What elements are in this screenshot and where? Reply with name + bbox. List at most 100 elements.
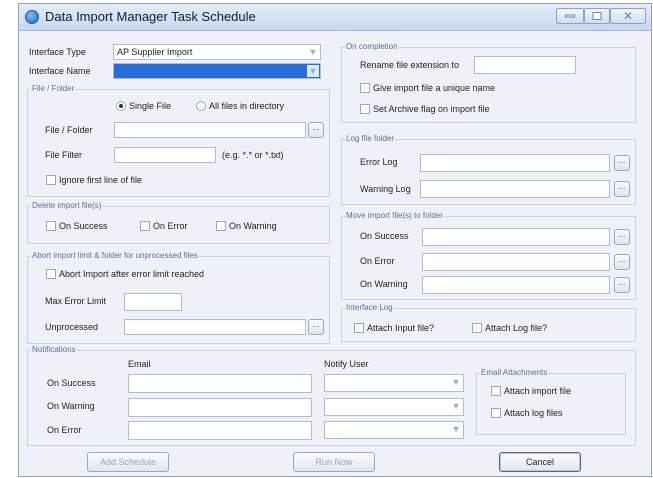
move-on-success-browse-button[interactable]: ... — [614, 229, 630, 245]
max-error-limit-input[interactable] — [124, 293, 182, 311]
move-on-warning-input[interactable] — [422, 276, 610, 294]
rename-extension-label: Rename file extension to — [360, 60, 460, 70]
move-on-success-input[interactable] — [422, 228, 610, 246]
move-on-error-browse-button[interactable]: ... — [614, 254, 630, 270]
notifications-group-title: Notifications — [31, 345, 77, 354]
dialog-window: Data Import Manager Task Schedule ✕ Inte… — [18, 3, 652, 477]
abort-import-group: Abort import limit & folder for unproces… — [27, 251, 330, 344]
ignore-first-line-checkbox[interactable] — [46, 175, 56, 185]
email-on-warning-input[interactable] — [128, 398, 312, 417]
dialog-body: Interface Type AP Supplier Import ▼ Inte… — [25, 34, 645, 474]
app-icon — [25, 10, 39, 24]
unprocessed-browse-button[interactable]: ... — [308, 319, 324, 335]
attach-log-files-checkbox[interactable] — [491, 408, 501, 418]
warning-log-label: Warning Log — [360, 184, 411, 194]
delete-on-success-checkbox[interactable] — [46, 221, 56, 231]
file-folder-group-title: File / Folder — [31, 84, 76, 93]
chevron-down-icon: ▼ — [307, 65, 319, 77]
interface-log-group: Interface Log Attach Input file? Attach … — [341, 303, 636, 342]
file-folder-label: File / Folder — [45, 125, 93, 135]
archive-flag-label: Set Archive flag on import file — [373, 104, 490, 114]
error-log-browse-button[interactable]: ... — [614, 155, 630, 171]
maximize-icon — [592, 12, 602, 20]
notifications-group: Notifications Email Notify User On Succe… — [27, 345, 636, 446]
warning-log-browse-button[interactable]: ... — [614, 181, 630, 197]
cancel-button[interactable]: Cancel — [499, 452, 581, 472]
notify-row-label: On Warning — [47, 401, 95, 411]
error-log-label: Error Log — [360, 157, 398, 167]
delete-import-group-title: Delete import file(s) — [31, 201, 103, 210]
attach-input-file-label: Attach Input file? — [367, 323, 435, 333]
warning-log-input[interactable] — [420, 180, 610, 198]
run-now-button[interactable]: Run Now — [293, 452, 375, 472]
email-on-success-input[interactable] — [128, 374, 312, 393]
log-folder-group: Log file folder Error Log ... Warning Lo… — [341, 134, 636, 205]
maximize-button[interactable] — [584, 8, 610, 24]
interface-name-dropdown[interactable]: ▼ — [113, 63, 321, 79]
chevron-down-icon: ▼ — [451, 424, 461, 434]
attach-log-files-label: Attach log files — [504, 408, 563, 418]
close-icon: ✕ — [622, 9, 634, 23]
interface-type-dropdown[interactable]: AP Supplier Import ▼ — [113, 44, 321, 60]
file-filter-hint: (e.g. *.* or *.txt) — [222, 150, 284, 160]
interface-type-label: Interface Type — [29, 47, 86, 57]
attach-log-file-checkbox[interactable] — [472, 323, 482, 333]
move-on-error-input[interactable] — [422, 253, 610, 271]
file-folder-group: File / Folder Single File All files in d… — [27, 84, 330, 197]
delete-on-error-label: On Error — [153, 221, 188, 231]
move-on-warning-label: On Warning — [360, 279, 408, 289]
move-on-success-label: On Success — [360, 231, 409, 241]
file-filter-input[interactable] — [114, 147, 216, 163]
unique-name-checkbox[interactable] — [360, 83, 370, 93]
archive-flag-checkbox[interactable] — [360, 104, 370, 114]
email-on-error-input[interactable] — [128, 421, 312, 440]
email-attachments-group: Email Attachments Attach import file Att… — [476, 368, 626, 435]
notify-row-label: On Success — [47, 378, 96, 388]
delete-import-group: Delete import file(s) On Success On Erro… — [27, 201, 330, 244]
on-completion-group: On completion Rename file extension to G… — [341, 42, 636, 123]
attach-log-file-label: Attach Log file? — [485, 323, 548, 333]
error-log-input[interactable] — [420, 154, 610, 172]
abort-import-label: Abort Import after error limit reached — [59, 269, 205, 279]
minimize-button[interactable] — [556, 8, 584, 24]
move-import-group-title: Move import file(s) to folder — [345, 211, 444, 220]
abort-import-group-title: Abort import limit & folder for unproces… — [31, 251, 199, 260]
file-folder-browse-button[interactable]: ... — [308, 122, 324, 138]
close-button[interactable]: ✕ — [610, 8, 646, 24]
file-filter-label: File Filter — [45, 150, 83, 160]
single-file-radio[interactable] — [116, 101, 126, 111]
email-column-header: Email — [128, 359, 151, 369]
ignore-first-line-label: Ignore first line of file — [59, 175, 143, 185]
max-error-limit-label: Max Error Limit — [45, 296, 107, 306]
minimize-icon — [565, 14, 575, 18]
delete-on-warning-checkbox[interactable] — [216, 221, 226, 231]
chevron-down-icon: ▼ — [451, 377, 461, 387]
interface-log-group-title: Interface Log — [345, 303, 394, 312]
title-bar[interactable]: Data Import Manager Task Schedule ✕ — [19, 4, 651, 31]
delete-on-error-checkbox[interactable] — [140, 221, 150, 231]
notify-user-on-success-dropdown[interactable]: ▼ — [324, 374, 464, 392]
interface-type-value: AP Supplier Import — [117, 47, 193, 57]
all-files-radio[interactable] — [196, 101, 206, 111]
delete-on-success-label: On Success — [59, 221, 108, 231]
email-attachments-group-title: Email Attachments — [480, 368, 549, 377]
chevron-down-icon: ▼ — [451, 401, 461, 411]
attach-input-file-checkbox[interactable] — [354, 323, 364, 333]
window-title: Data Import Manager Task Schedule — [45, 9, 256, 24]
unprocessed-label: Unprocessed — [45, 322, 99, 332]
chevron-down-icon: ▼ — [308, 47, 318, 57]
notify-user-on-error-dropdown[interactable]: ▼ — [324, 421, 464, 439]
single-file-radio-label: Single File — [129, 101, 172, 111]
move-import-group: Move import file(s) to folder On Success… — [341, 211, 636, 300]
add-schedule-button[interactable]: Add Schedule — [87, 452, 169, 472]
attach-import-file-label: Attach import file — [504, 386, 572, 396]
rename-extension-input[interactable] — [474, 56, 576, 74]
move-on-warning-browse-button[interactable]: ... — [614, 277, 630, 293]
all-files-radio-label: All files in directory — [209, 101, 285, 111]
notify-user-on-warning-dropdown[interactable]: ▼ — [324, 398, 464, 416]
abort-import-checkbox[interactable] — [46, 269, 56, 279]
file-folder-input[interactable] — [114, 122, 306, 138]
unprocessed-folder-input[interactable] — [124, 319, 306, 335]
notify-row-label: On Error — [47, 425, 82, 435]
attach-import-file-checkbox[interactable] — [491, 386, 501, 396]
